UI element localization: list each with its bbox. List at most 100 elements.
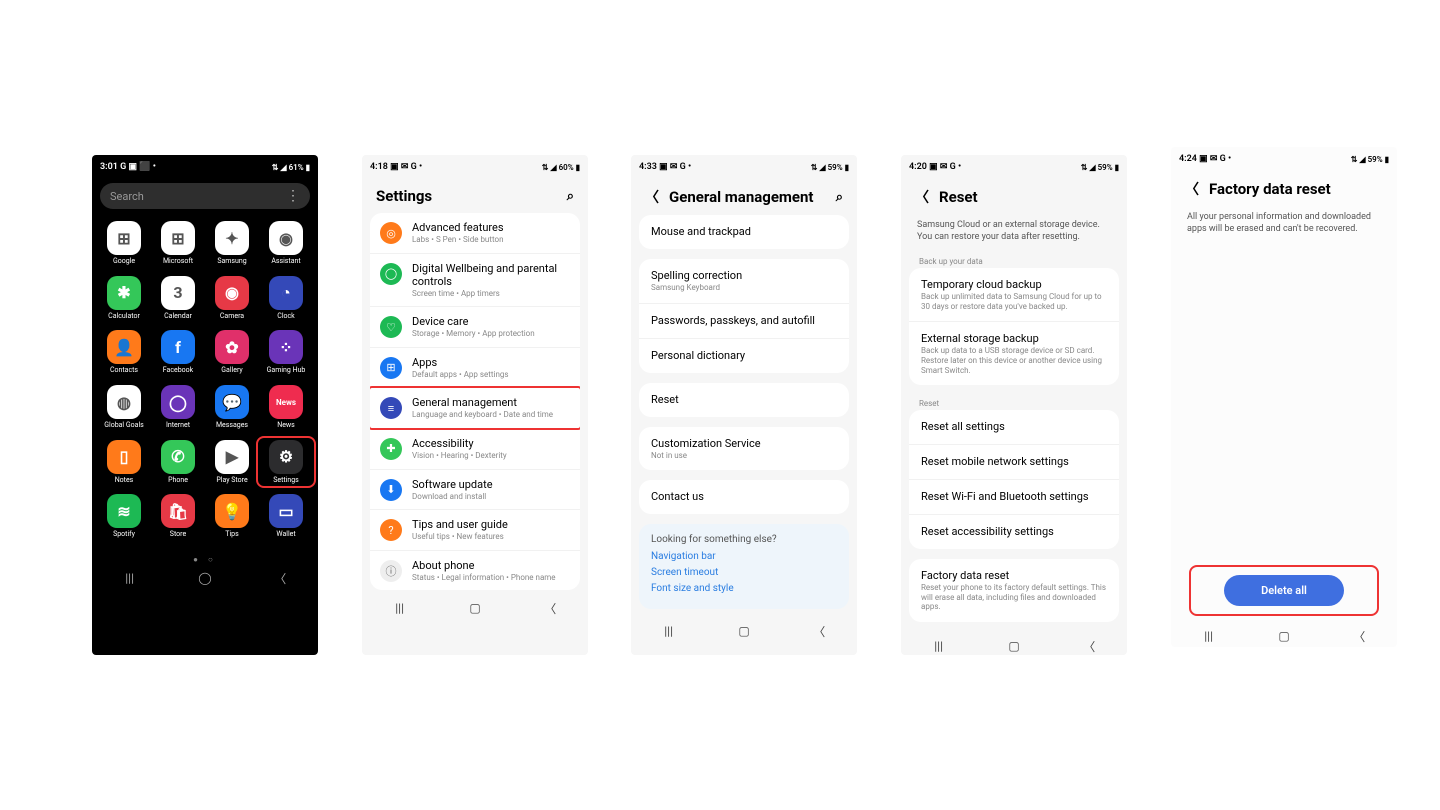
settings-row[interactable]: ♡Device careStorage • Memory • App prote… xyxy=(370,307,580,348)
app-spotify[interactable]: ≋Spotify xyxy=(100,494,148,539)
app-phone[interactable]: ✆Phone xyxy=(154,440,202,485)
settings-row[interactable]: Reset Wi-Fi and Bluetooth settings xyxy=(909,480,1119,515)
row-title: Factory data reset xyxy=(921,569,1107,582)
search-bar[interactable]: Search ⋮ xyxy=(100,183,310,209)
screen-reset: 4:20 ▣ ✉ G • ⇅ ◢ 59% ▮ 〈 Reset Samsung C… xyxy=(901,155,1127,655)
nav-bar: ||| ▢ 〈 xyxy=(901,632,1127,655)
row-icon: ♡ xyxy=(380,316,402,338)
settings-row[interactable]: Passwords, passkeys, and autofill xyxy=(639,304,849,339)
app-store[interactable]: 🛍Store xyxy=(154,494,202,539)
settings-row[interactable]: Reset xyxy=(639,383,849,417)
settings-row[interactable]: Reset mobile network settings xyxy=(909,445,1119,480)
app-icon: ▯ xyxy=(107,440,141,474)
settings-row[interactable]: ⬇Software updateDownload and install xyxy=(370,470,580,511)
search-icon[interactable]: ⌕ xyxy=(567,189,574,204)
nav-back[interactable]: 〈 xyxy=(535,600,565,617)
settings-row[interactable]: ⊞AppsDefault apps • App settings xyxy=(370,348,580,389)
app-label: Contacts xyxy=(110,367,138,375)
settings-row[interactable]: Reset all settings xyxy=(909,410,1119,445)
app-gallery[interactable]: ✿Gallery xyxy=(208,330,256,375)
app-settings[interactable]: ⚙Settings xyxy=(262,440,310,485)
link-screen-timeout[interactable]: Screen timeout xyxy=(651,567,837,578)
settings-row[interactable]: ?Tips and user guideUseful tips • New fe… xyxy=(370,510,580,551)
nav-back[interactable]: 〈 xyxy=(804,623,834,640)
app-internet[interactable]: ◯Internet xyxy=(154,385,202,430)
app-facebook[interactable]: fFacebook xyxy=(154,330,202,375)
settings-row[interactable]: Temporary cloud backupBack up unlimited … xyxy=(909,268,1119,322)
search-icon[interactable]: ⌕ xyxy=(836,190,843,205)
app-clock[interactable]: ◔Clock xyxy=(262,276,310,321)
settings-row[interactable]: Factory data resetReset your phone to it… xyxy=(909,559,1119,622)
nav-recents[interactable]: ||| xyxy=(385,601,415,615)
row-title: Spelling correction xyxy=(651,269,742,282)
settings-row[interactable]: Customization ServiceNot in use xyxy=(639,427,849,471)
factory-reset-list: Factory data resetReset your phone to it… xyxy=(909,559,1119,622)
app-wallet[interactable]: ▭Wallet xyxy=(262,494,310,539)
settings-row[interactable]: Mouse and trackpad xyxy=(639,215,849,249)
settings-row[interactable]: Personal dictionary xyxy=(639,339,849,373)
nav-home[interactable]: ◯ xyxy=(190,571,220,585)
app-icon: ◯ xyxy=(161,385,195,419)
app-global-goals[interactable]: ◍Global Goals xyxy=(100,385,148,430)
app-messages[interactable]: 💬Messages xyxy=(208,385,256,430)
header: Settings ⌕ xyxy=(362,175,588,213)
app-label: Calculator xyxy=(108,313,140,321)
app-play-store[interactable]: ▶Play Store xyxy=(208,440,256,485)
back-icon[interactable]: 〈 xyxy=(1185,179,1199,199)
row-subtitle: Language and keyboard • Date and time xyxy=(412,410,553,420)
status-bar: 4:24 ▣ ✉ G • ⇅ ◢ 59% ▮ xyxy=(1171,147,1397,167)
app-icon: 💡 xyxy=(215,494,249,528)
row-subtitle: Not in use xyxy=(651,451,761,461)
row-title: General management xyxy=(412,396,553,409)
row-title: External storage backup xyxy=(921,332,1107,345)
page-dots: ● ○ xyxy=(92,555,318,564)
app-calculator[interactable]: ✱Calculator xyxy=(100,276,148,321)
nav-home[interactable]: ▢ xyxy=(460,601,490,615)
nav-bar: ||| ◯ 〈 xyxy=(92,564,318,592)
nav-back[interactable]: 〈 xyxy=(1074,638,1104,655)
nav-back[interactable]: 〈 xyxy=(1344,628,1374,645)
app-icon: ⊞ xyxy=(161,221,195,255)
app-camera[interactable]: ◉Camera xyxy=(208,276,256,321)
more-icon[interactable]: ⋮ xyxy=(286,189,300,203)
settings-row[interactable]: ⓘAbout phoneStatus • Legal information •… xyxy=(370,551,580,591)
settings-row[interactable]: Spelling correctionSamsung Keyboard xyxy=(639,259,849,304)
app-label: Assistant xyxy=(271,258,300,266)
nav-home[interactable]: ▢ xyxy=(1269,629,1299,643)
row-subtitle: Vision • Hearing • Dexterity xyxy=(412,451,507,461)
nav-home[interactable]: ▢ xyxy=(729,624,759,638)
link-navigation-bar[interactable]: Navigation bar xyxy=(651,551,837,562)
app-samsung[interactable]: ✦Samsung xyxy=(208,221,256,266)
app-microsoft[interactable]: ⊞Microsoft xyxy=(154,221,202,266)
app-google[interactable]: ⊞Google xyxy=(100,221,148,266)
settings-row[interactable]: ◯Digital Wellbeing and parental controls… xyxy=(370,254,580,308)
settings-row[interactable]: Reset accessibility settings xyxy=(909,515,1119,549)
nav-back[interactable]: 〈 xyxy=(265,570,295,587)
link-font-size[interactable]: Font size and style xyxy=(651,583,837,594)
settings-row[interactable]: ◎Advanced featuresLabs • S Pen • Side bu… xyxy=(370,213,580,254)
nav-recents[interactable]: ||| xyxy=(654,624,684,638)
nav-recents[interactable]: ||| xyxy=(924,639,954,653)
app-calendar[interactable]: 3Calendar xyxy=(154,276,202,321)
settings-row[interactable]: ✚AccessibilityVision • Hearing • Dexteri… xyxy=(370,429,580,470)
nav-home[interactable]: ▢ xyxy=(999,639,1029,653)
delete-all-button[interactable]: Delete all xyxy=(1224,575,1344,606)
app-contacts[interactable]: 👤Contacts xyxy=(100,330,148,375)
app-notes[interactable]: ▯Notes xyxy=(100,440,148,485)
settings-row[interactable]: ≡General managementLanguage and keyboard… xyxy=(370,388,580,429)
app-gaming-hub[interactable]: ⁘Gaming Hub xyxy=(262,330,310,375)
settings-row[interactable]: Contact us xyxy=(639,480,849,514)
row-title: Software update xyxy=(412,478,493,491)
settings-row[interactable]: External storage backupBack up data to a… xyxy=(909,322,1119,385)
app-news[interactable]: NewsNews xyxy=(262,385,310,430)
app-icon: 💬 xyxy=(215,385,249,419)
backup-list: Temporary cloud backupBack up unlimited … xyxy=(909,268,1119,385)
app-assistant[interactable]: ◉Assistant xyxy=(262,221,310,266)
nav-recents[interactable]: ||| xyxy=(115,571,145,585)
nav-recents[interactable]: ||| xyxy=(1194,629,1224,643)
header: 〈 General management ⌕ xyxy=(631,175,857,215)
back-icon[interactable]: 〈 xyxy=(915,187,929,207)
back-icon[interactable]: 〈 xyxy=(645,187,659,207)
app-icon: ⊞ xyxy=(107,221,141,255)
app-tips[interactable]: 💡Tips xyxy=(208,494,256,539)
